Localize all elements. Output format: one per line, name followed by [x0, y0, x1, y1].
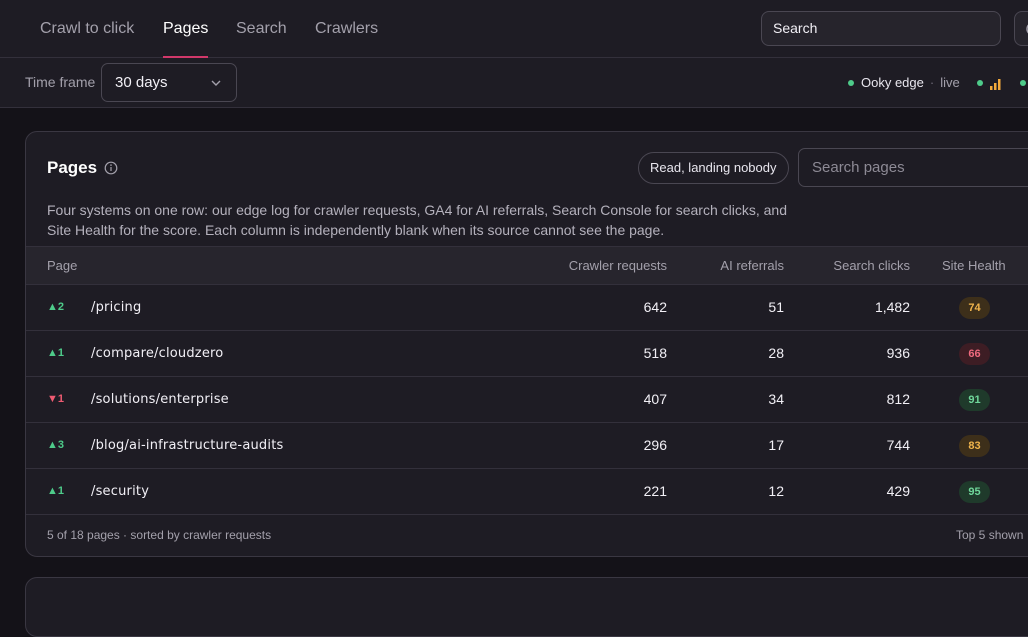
top-nav: Crawl to click Pages Search Crawlers Sea…: [0, 0, 1028, 58]
card-title: Pages: [47, 158, 98, 177]
tab-pages[interactable]: Pages: [163, 0, 209, 58]
live-dot-icon: [848, 79, 854, 86]
timeframe-value: 30 days: [115, 74, 168, 91]
table-footer: 5 of 18 pages · sorted by crawler reques…: [26, 515, 1028, 556]
crawler-requests-value: 518: [643, 345, 667, 361]
page-path[interactable]: /security: [91, 469, 149, 514]
table-row[interactable]: ▲1/compare/cloudzero 518 28 936 66: [26, 331, 1028, 377]
crawler-requests-value: 296: [643, 437, 667, 453]
toolbar: Time frame 30 days Ooky edge · live: [0, 58, 1028, 108]
footer-shown: Top 5 shown: [956, 528, 1024, 542]
timeframe-select[interactable]: 30 days: [101, 63, 237, 102]
ai-referrals-value: 51: [768, 299, 784, 315]
live-dot-icon: [976, 79, 983, 86]
site-health-badge: 91: [959, 389, 990, 411]
chevron-down-icon: [211, 80, 221, 86]
edge-status: Ooky edge · live: [848, 58, 1026, 107]
column-page[interactable]: Page: [47, 247, 77, 284]
search-clicks-value: 812: [886, 391, 910, 407]
rank-change: ▲1: [47, 347, 65, 359]
secondary-card: [25, 577, 1028, 637]
ai-referrals-value: 34: [768, 391, 784, 407]
footer-summary: 5 of 18 pages · sorted by crawler reques…: [47, 528, 272, 542]
site-health-badge: 66: [959, 343, 990, 365]
site-health-badge: 74: [959, 297, 990, 319]
table-row[interactable]: ▲3/blog/ai-infrastructure-audits 296 17 744…: [26, 423, 1028, 469]
user-icon: [1026, 24, 1028, 34]
search-clicks-value: 936: [886, 345, 910, 361]
tab-crawlers[interactable]: Crawlers: [315, 0, 378, 58]
rank-change: ▲3: [47, 439, 65, 451]
rank-change: ▼1: [47, 393, 65, 405]
crawler-requests-value: 407: [643, 391, 667, 407]
search-clicks-value: 1,482: [874, 299, 910, 315]
ai-referrals-value: 12: [768, 483, 784, 499]
site-health-badge: 83: [959, 435, 990, 457]
edge-state: live: [940, 75, 960, 90]
signal-bars-icon: [989, 78, 1001, 90]
rank-change: ▲2: [47, 301, 65, 313]
column-site-health[interactable]: Site Health: [942, 247, 1006, 284]
edge-name: Ooky edge: [861, 75, 924, 90]
crawler-requests-value: 642: [643, 299, 667, 315]
search-pages-input[interactable]: Search pages: [798, 148, 1028, 187]
ai-referrals-value: 17: [768, 437, 784, 453]
status-separator: ·: [929, 75, 935, 90]
column-ai-referrals[interactable]: AI referrals: [720, 247, 784, 284]
filter-button[interactable]: Read, landing nobody: [638, 152, 789, 184]
page-path[interactable]: /blog/ai-infrastructure-audits: [91, 423, 283, 468]
card-description: Four systems on one row: our edge log fo…: [47, 202, 787, 238]
table-header: Page Crawler requests AI referrals Searc…: [26, 246, 1028, 285]
info-icon[interactable]: [104, 161, 118, 175]
column-search-clicks[interactable]: Search clicks: [833, 247, 910, 284]
timeframe-label: Time frame: [25, 74, 96, 90]
global-search-input[interactable]: Search: [761, 11, 1001, 46]
table-row[interactable]: ▲1/security 221 12 429 95: [26, 469, 1028, 515]
page-path[interactable]: /solutions/enterprise: [91, 377, 229, 422]
live-dot-icon: [1019, 79, 1026, 86]
search-clicks-value: 429: [886, 483, 910, 499]
account-button[interactable]: [1014, 11, 1028, 46]
tab-crawl-to-click[interactable]: Crawl to click: [40, 0, 134, 58]
page-path[interactable]: /pricing: [91, 285, 141, 330]
table-row[interactable]: ▲2/pricing 642 51 1,482 74: [26, 285, 1028, 331]
page-path[interactable]: /compare/cloudzero: [91, 331, 223, 376]
pages-card: Pages Read, landing nobody Search pages …: [25, 131, 1028, 557]
site-health-badge: 95: [959, 481, 990, 503]
tab-search[interactable]: Search: [236, 0, 287, 58]
search-clicks-value: 744: [886, 437, 910, 453]
ai-referrals-value: 28: [768, 345, 784, 361]
crawler-requests-value: 221: [643, 483, 667, 499]
table-row[interactable]: ▼1/solutions/enterprise 407 34 812 91: [26, 377, 1028, 423]
rank-change: ▲1: [47, 485, 65, 497]
column-crawler-requests[interactable]: Crawler requests: [569, 247, 667, 284]
